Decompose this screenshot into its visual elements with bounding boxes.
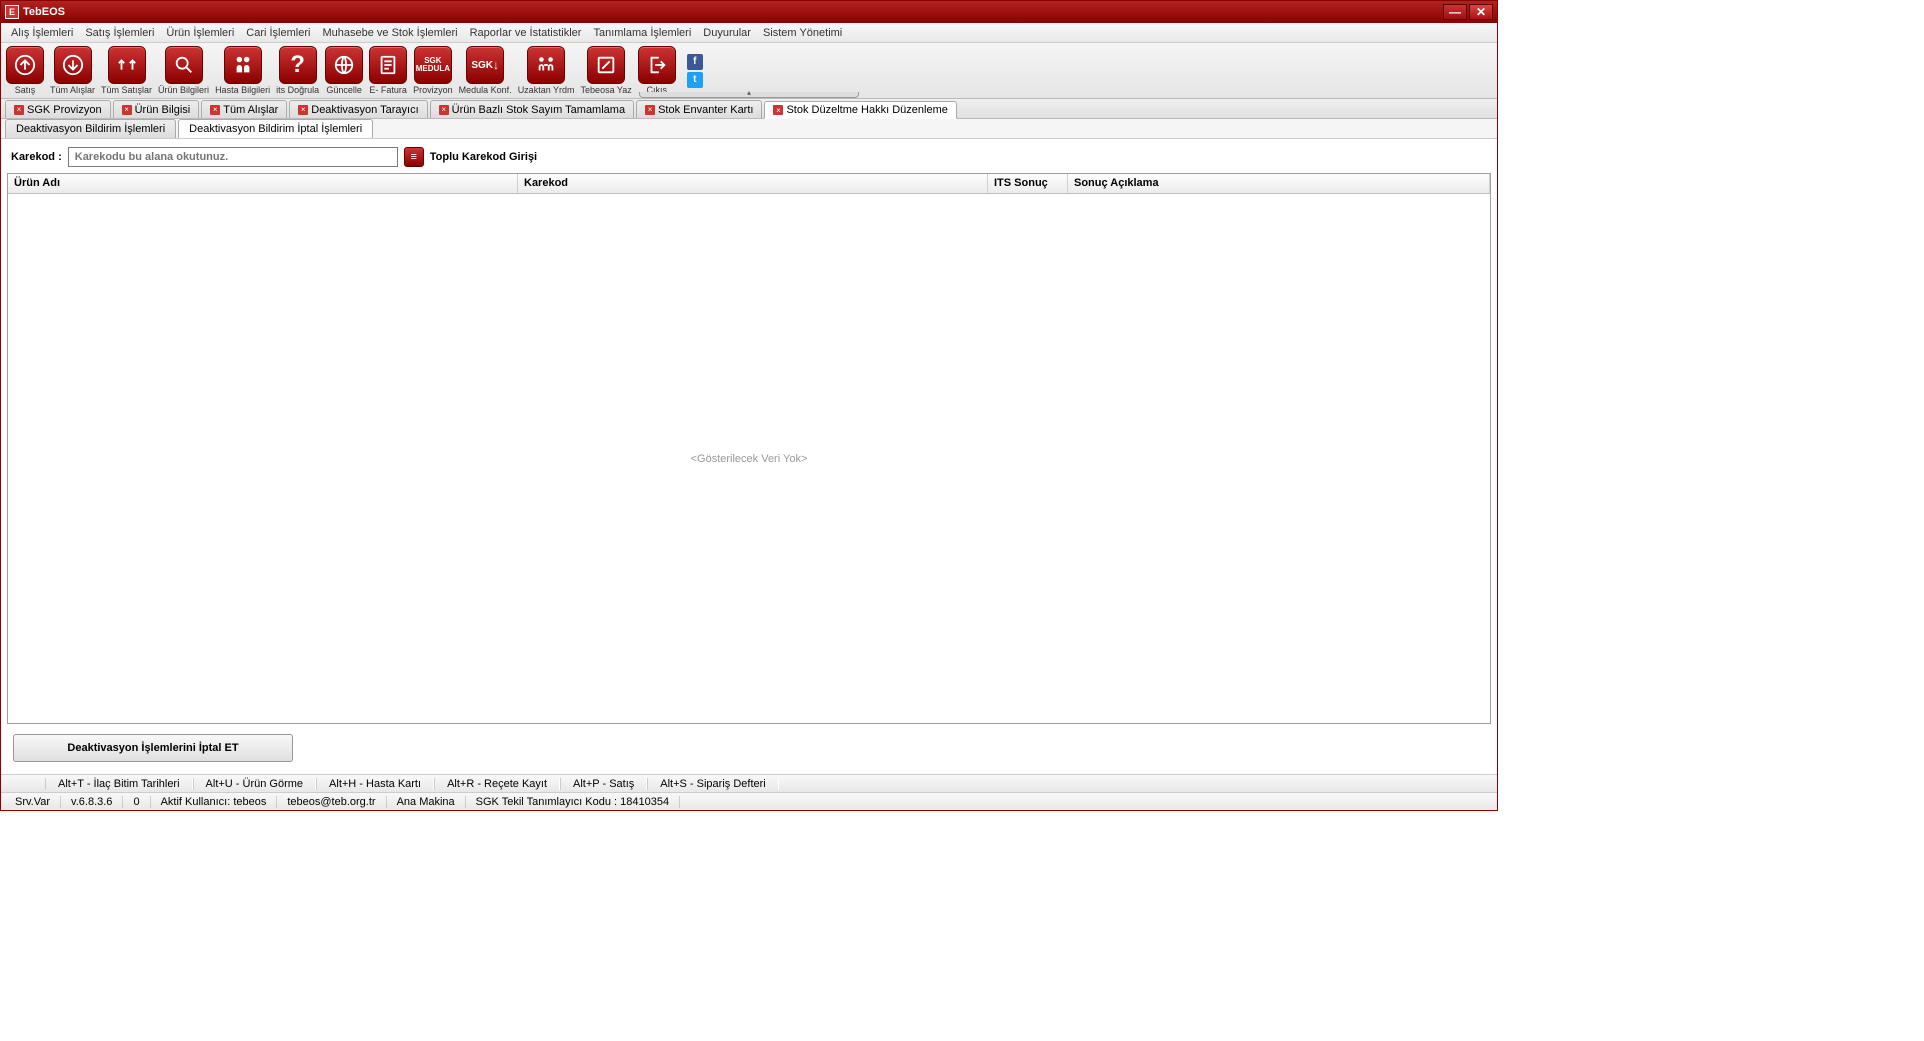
menu-cari[interactable]: Cari İşlemleri	[240, 25, 316, 41]
menu-urun[interactable]: Ürün İşlemleri	[160, 25, 240, 41]
sub-tabs: Deaktivasyon Bildirim İşlemleri Deaktiva…	[1, 119, 1497, 139]
subtab-bildirim[interactable]: Deaktivasyon Bildirim İşlemleri	[5, 119, 176, 138]
close-button[interactable]: ✕	[1469, 4, 1493, 20]
close-tab-icon[interactable]: ×	[210, 105, 220, 115]
status-email: tebeos@teb.org.tr	[277, 796, 386, 808]
toolbar-its-dogrula[interactable]: ?its Doğrula	[275, 45, 320, 96]
toplu-karekod-button[interactable]: Toplu Karekod Girişi	[430, 151, 537, 163]
twitter-icon[interactable]: t	[687, 72, 703, 88]
toolbar-tum-satislar[interactable]: Tüm Satışlar	[100, 45, 153, 96]
sgk-medula-icon: SGKMEDULA	[414, 46, 452, 84]
toolbar-tum-alislar[interactable]: Tüm Alışlar	[49, 45, 96, 96]
shortcut-siparis[interactable]: Alt+S - Sipariş Defteri	[647, 778, 778, 790]
close-tab-icon[interactable]: ×	[645, 105, 655, 115]
shortcut-ilac-bitim[interactable]: Alt+T - İlaç Bitim Tarihleri	[45, 778, 193, 790]
grid-header: Ürün Adı Karekod ITS Sonuç Sonuç Açıklam…	[8, 174, 1490, 194]
status-server: Srv.Var	[5, 796, 61, 808]
search-icon	[165, 46, 203, 84]
menu-satis[interactable]: Satış İşlemleri	[79, 25, 160, 41]
invoice-icon	[369, 46, 407, 84]
tab-tum-alislar[interactable]: ×Tüm Alışlar	[201, 100, 287, 118]
app-window: E TebEOS — ✕ Alış İşlemleri Satış İşleml…	[0, 0, 1498, 811]
tab-urun-bilgisi[interactable]: ×Ürün Bilgisi	[113, 100, 200, 118]
deaktivasyon-iptal-button[interactable]: Deaktivasyon İşlemlerini İptal ET	[13, 734, 293, 762]
tab-stok-sayim[interactable]: ×Ürün Bazlı Stok Sayım Tamamlama	[430, 100, 634, 118]
status-sgk-kod: SGK Tekil Tanımlayıcı Kodu : 18410354	[466, 796, 680, 808]
status-zero: 0	[123, 796, 150, 808]
col-urun-adi[interactable]: Ürün Adı	[8, 174, 518, 193]
tab-stok-duzeltme[interactable]: ×Stok Düzeltme Hakkı Düzenleme	[764, 101, 956, 119]
menu-raporlar[interactable]: Raporlar ve İstatistikler	[464, 25, 588, 41]
shortcut-satis[interactable]: Alt+P - Satış	[560, 778, 647, 790]
toolbar-uzaktan-yardim[interactable]: Uzaktan Yrdm	[517, 45, 576, 96]
grid-empty-message: <Gösterilecek Veri Yok>	[8, 194, 1490, 723]
menu-alis[interactable]: Alış İşlemleri	[5, 25, 79, 41]
toolbar-guncelle[interactable]: Güncelle	[324, 45, 364, 96]
remote-help-icon	[527, 46, 565, 84]
close-tab-icon[interactable]: ×	[122, 105, 132, 115]
arrow-down-icon	[54, 46, 92, 84]
toolbar-hasta-bilgileri[interactable]: Hasta Bilgileri	[214, 45, 271, 96]
minimize-button[interactable]: —	[1443, 4, 1467, 20]
close-tab-icon[interactable]: ×	[439, 105, 449, 115]
toolbar-tebeosa-yaz[interactable]: Tebeosa Yaz	[580, 45, 633, 96]
write-icon	[587, 46, 625, 84]
status-user: Aktif Kullanıcı: tebeos	[151, 796, 278, 808]
arrows-up-icon	[108, 46, 146, 84]
status-bar: Srv.Var v.6.8.3.6 0 Aktif Kullanıcı: teb…	[1, 792, 1497, 810]
globe-refresh-icon	[325, 46, 363, 84]
close-tab-icon[interactable]: ×	[14, 105, 24, 115]
menu-duyurular[interactable]: Duyurular	[697, 25, 757, 41]
subtab-bildirim-iptal[interactable]: Deaktivasyon Bildirim İptal İşlemleri	[178, 119, 373, 138]
toplu-karekod-icon[interactable]: ≡	[404, 147, 424, 167]
document-tabs: ×SGK Provizyon ×Ürün Bilgisi ×Tüm Alışla…	[1, 99, 1497, 119]
col-its-sonuc[interactable]: ITS Sonuç	[988, 174, 1068, 193]
tab-deaktivasyon-tarayici[interactable]: ×Deaktivasyon Tarayıcı	[289, 100, 427, 118]
toolbar-provizyon[interactable]: SGKMEDULAProvizyon	[412, 45, 454, 96]
toolbar-medula-konf[interactable]: SGK↓Medula Konf.	[458, 45, 513, 96]
karekod-label: Karekod :	[11, 151, 62, 163]
menubar: Alış İşlemleri Satış İşlemleri Ürün İşle…	[1, 23, 1497, 43]
toolbar-urun-bilgileri[interactable]: Ürün Bilgileri	[157, 45, 210, 96]
menu-tanimlama[interactable]: Tanımlama İşlemleri	[587, 25, 697, 41]
status-version: v.6.8.3.6	[61, 796, 123, 808]
social-icons: f t	[687, 54, 703, 88]
toolbar-satis[interactable]: Satış	[5, 45, 45, 96]
toolbar: Satış Tüm Alışlar Tüm Satışlar Ürün Bilg…	[1, 43, 1497, 99]
window-title: TebEOS	[23, 6, 1443, 18]
exit-icon	[638, 46, 676, 84]
toolbar-e-fatura[interactable]: E- Fatura	[368, 45, 408, 96]
action-row: Deaktivasyon İşlemlerini İptal ET	[5, 726, 1493, 770]
col-sonuc-aciklama[interactable]: Sonuç Açıklama	[1068, 174, 1490, 193]
karekod-row: Karekod : ≡ Toplu Karekod Girişi	[5, 143, 1493, 171]
tab-stok-envanter[interactable]: ×Stok Envanter Kartı	[636, 100, 762, 118]
people-icon	[224, 46, 262, 84]
window-controls: — ✕	[1443, 4, 1493, 20]
content-area: Karekod : ≡ Toplu Karekod Girişi Ürün Ad…	[1, 139, 1497, 774]
shortcut-recete-kayit[interactable]: Alt+R - Reçete Kayıt	[434, 778, 560, 790]
app-logo-icon: E	[5, 5, 19, 19]
shortcut-hasta-karti[interactable]: Alt+H - Hasta Kartı	[316, 778, 434, 790]
sgk-settings-icon: SGK↓	[466, 46, 504, 84]
shortcut-bar: Alt+T - İlaç Bitim Tarihleri Alt+U - Ürü…	[1, 774, 1497, 792]
arrow-up-icon	[6, 46, 44, 84]
toolbar-cikis[interactable]: Çıkış	[637, 45, 677, 96]
facebook-icon[interactable]: f	[687, 54, 703, 70]
toolbar-collapse-handle[interactable]	[639, 92, 859, 98]
close-tab-icon[interactable]: ×	[298, 105, 308, 115]
question-icon: ?	[279, 46, 317, 84]
results-grid: Ürün Adı Karekod ITS Sonuç Sonuç Açıklam…	[7, 173, 1491, 724]
close-tab-icon[interactable]: ×	[773, 105, 783, 115]
tab-sgk-provizyon[interactable]: ×SGK Provizyon	[5, 100, 111, 118]
shortcut-urun-gorme[interactable]: Alt+U - Ürün Görme	[193, 778, 317, 790]
karekod-input[interactable]	[68, 147, 398, 167]
status-machine: Ana Makina	[387, 796, 466, 808]
col-karekod[interactable]: Karekod	[518, 174, 988, 193]
titlebar: E TebEOS — ✕	[1, 1, 1497, 23]
menu-sistem[interactable]: Sistem Yönetimi	[757, 25, 848, 41]
menu-muhasebe[interactable]: Muhasebe ve Stok İşlemleri	[316, 25, 463, 41]
